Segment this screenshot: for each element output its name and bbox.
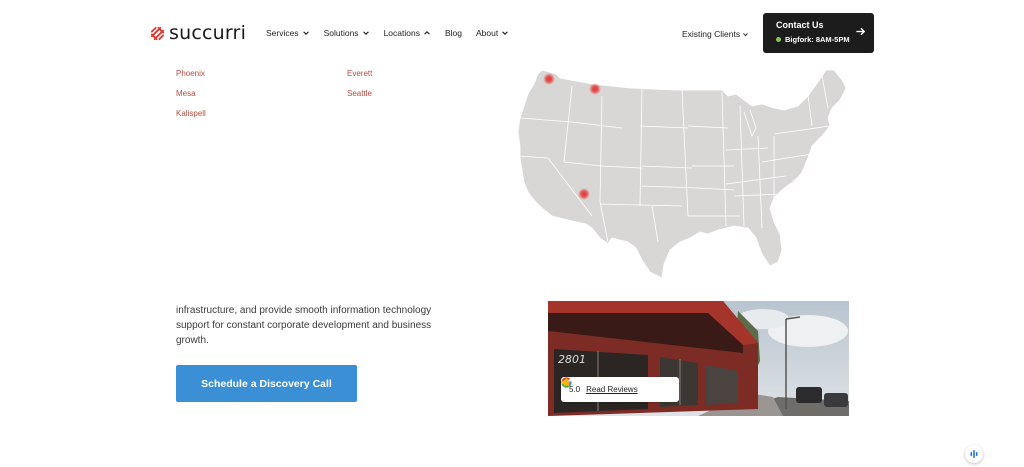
map-marker-everett-seattle <box>543 73 555 85</box>
nav-blog-label: Blog <box>444 28 462 38</box>
us-map-graphic <box>517 69 847 279</box>
logo[interactable]: succurri <box>150 22 247 44</box>
us-map-shape <box>517 69 847 279</box>
existing-clients-menu[interactable]: Existing Clients <box>682 29 749 39</box>
status-dot-icon <box>776 37 781 42</box>
city-link-kalispell[interactable]: Kalispell <box>176 109 206 118</box>
existing-clients-label: Existing Clients <box>682 29 741 39</box>
map-marker-phoenix-mesa <box>578 188 590 200</box>
schedule-discovery-call-button[interactable]: Schedule a Discovery Call <box>176 365 357 402</box>
nav-about-label: About <box>475 28 499 38</box>
city-link-seattle[interactable]: Seattle <box>347 89 372 98</box>
chevron-down-icon <box>502 31 508 35</box>
google-review-badge: 5.0 Read Reviews <box>561 377 679 402</box>
star-icon <box>561 377 572 387</box>
nav-services-label: Services <box>266 28 299 38</box>
main-nav: Services Solutions Locations Blog About <box>266 28 523 38</box>
city-link-mesa[interactable]: Mesa <box>176 89 196 98</box>
office-hours-text: Bigfork: 8AM-5PM <box>785 35 850 44</box>
chevron-down-icon <box>302 31 309 35</box>
office-photo: 2801 5.0 Read Reviews <box>548 301 849 416</box>
read-reviews-link[interactable]: Read Reviews <box>586 385 638 394</box>
logo-mark-icon <box>150 26 165 40</box>
contact-us-button[interactable]: Contact Us Bigfork: 8AM-5PM <box>763 13 874 53</box>
nav-blog[interactable]: Blog <box>445 28 462 38</box>
nav-solutions-label: Solutions <box>323 28 359 38</box>
arrow-right-icon <box>856 27 866 36</box>
city-link-phoenix[interactable]: Phoenix <box>176 69 205 78</box>
building-number: 2801 <box>558 353 586 366</box>
city-link-everett[interactable]: Everett <box>347 69 372 78</box>
audio-bars-icon <box>970 450 978 458</box>
nav-services[interactable]: Services <box>266 28 310 38</box>
logo-text: succurri <box>169 22 247 44</box>
nav-locations-label: Locations <box>383 28 420 38</box>
intro-paragraph: infrastructure, and provide smooth infor… <box>176 305 432 346</box>
accessibility-widget-button[interactable] <box>965 445 983 463</box>
nav-about[interactable]: About <box>476 28 509 38</box>
chevron-up-icon <box>424 31 430 35</box>
contact-title: Contact Us <box>776 20 824 30</box>
map-marker-kalispell <box>589 83 601 95</box>
us-locations-map <box>512 66 852 279</box>
site-header: succurri Services Solutions Locations Bl… <box>0 0 1024 66</box>
nav-solutions[interactable]: Solutions <box>324 28 370 38</box>
chevron-down-icon <box>743 32 749 36</box>
nav-locations[interactable]: Locations <box>384 28 431 38</box>
chevron-down-icon <box>362 31 369 35</box>
office-hours-status: Bigfork: 8AM-5PM <box>776 35 850 44</box>
